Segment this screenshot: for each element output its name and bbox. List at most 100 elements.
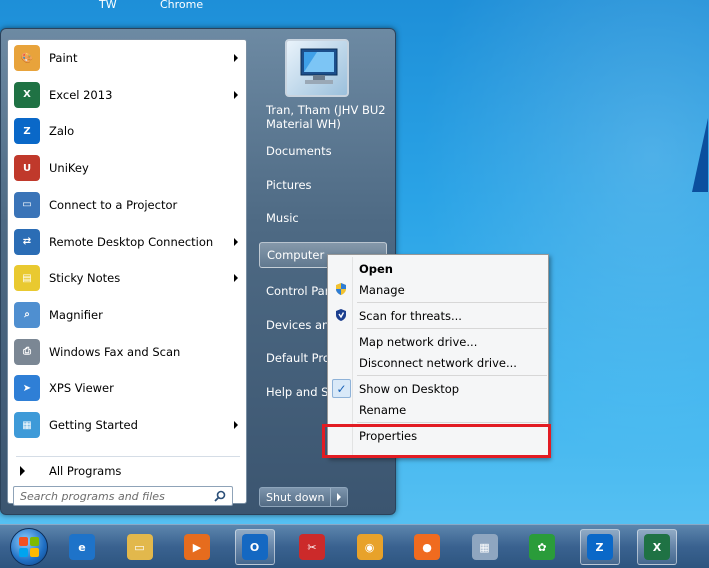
context-menu-separator <box>357 375 547 376</box>
context-item-scan-for-threats[interactable]: Scan for threats... <box>330 305 546 326</box>
program-item-xps-viewer[interactable]: ➤ XPS Viewer <box>10 372 244 404</box>
program-label: Excel 2013 <box>49 87 113 102</box>
program-label: Getting Started <box>49 418 138 432</box>
windows-logo-fragment <box>692 118 708 192</box>
excel-icon: X <box>14 81 40 108</box>
submenu-arrow-icon[interactable] <box>234 274 238 283</box>
taskbar: e ▭ ▶ O ✂ ◉ ● ▦ ✿ Z X <box>0 524 709 568</box>
unikey-icon: U <box>14 155 40 182</box>
program-label: Sticky Notes <box>49 271 121 286</box>
program-item-zalo[interactable]: Z Zalo <box>10 115 244 147</box>
projector-icon: ▭ <box>14 191 40 218</box>
shutdown-arrow-icon <box>337 493 342 501</box>
all-programs-arrow-icon <box>20 466 25 476</box>
remote-desktop-icon: ⇄ <box>14 228 40 255</box>
context-item-label: Disconnect network drive... <box>359 355 517 370</box>
program-item-unikey[interactable]: U UniKey <box>10 152 244 184</box>
submenu-arrow-icon[interactable] <box>234 421 238 429</box>
magnifier-icon: ⌕ <box>14 301 40 328</box>
windows-flag-icon <box>19 537 39 557</box>
place-item-music[interactable]: Music <box>259 205 387 231</box>
context-item-label: Manage <box>359 282 405 297</box>
all-programs-label: All Programs <box>49 464 122 478</box>
taskbar-excel-taskbar-button[interactable]: X <box>637 529 677 565</box>
outlook-icon: O <box>241 534 268 560</box>
context-item-manage[interactable]: Manage <box>330 279 546 300</box>
submenu-arrow-icon[interactable] <box>234 237 238 246</box>
search-icon[interactable] <box>214 490 226 502</box>
chrome-icon: ◉ <box>356 534 383 560</box>
place-item-pictures[interactable]: Pictures <box>259 172 387 198</box>
fax-scan-icon: ⎙ <box>14 338 40 365</box>
taskbar-ie-button[interactable]: e <box>62 529 102 565</box>
desktop-top-labels: TW Chrome <box>0 0 709 14</box>
context-item-rename[interactable]: Rename <box>330 399 546 420</box>
taskbar-snipping-tool-button[interactable]: ✂ <box>292 529 332 565</box>
user-picture[interactable] <box>285 39 349 97</box>
context-menu-separator <box>357 422 547 423</box>
excel-taskbar-icon: X <box>644 534 670 560</box>
context-item-open[interactable]: Open <box>330 258 546 279</box>
program-label: Windows Fax and Scan <box>49 344 181 359</box>
getting-started-icon: ▦ <box>14 412 40 438</box>
calculator-icon: ▦ <box>471 534 498 560</box>
xps-viewer-icon: ➤ <box>14 375 40 402</box>
taskbar-chrome-button[interactable]: ◉ <box>350 529 390 565</box>
sticky-notes-icon: ▤ <box>14 265 40 292</box>
context-item-label: Map network drive... <box>359 334 478 349</box>
program-item-paint[interactable]: 🎨 Paint <box>10 42 244 74</box>
all-programs-separator <box>16 456 240 457</box>
place-item-tran-tham-jhv-bu2-material-wh[interactable]: Tran, Tham (JHV BU2 Material WH) <box>259 99 387 135</box>
shutdown-button[interactable]: Shut down <box>260 488 332 506</box>
taskbar-file-explorer-button[interactable]: ▭ <box>120 529 160 565</box>
program-label: Paint <box>49 51 78 65</box>
defender-shield-icon <box>336 309 346 321</box>
snipping-tool-icon: ✂ <box>299 534 325 560</box>
zalo-taskbar-icon: Z <box>586 534 613 560</box>
start-button[interactable] <box>10 528 48 566</box>
program-label: Zalo <box>49 124 75 139</box>
program-label: XPS Viewer <box>49 381 114 396</box>
program-label: Connect to a Projector <box>49 197 178 212</box>
program-item-connect-to-a-projector[interactable]: ▭ Connect to a Projector <box>10 189 244 221</box>
context-item-label: Open <box>359 261 393 276</box>
firefox-icon: ● <box>414 534 440 560</box>
taskbar-zalo-taskbar-button[interactable]: Z <box>579 529 620 565</box>
program-item-getting-started[interactable]: ▦ Getting Started <box>10 409 244 441</box>
taskbar-outlook-button[interactable]: O <box>234 529 275 565</box>
shutdown-control: Shut down <box>259 487 349 507</box>
program-item-magnifier[interactable]: ⌕ Magnifier <box>10 299 244 331</box>
taskbar-media-player-button[interactable]: ▶ <box>177 529 217 565</box>
taskbar-calculator-button[interactable]: ▦ <box>465 529 505 565</box>
paint-icon: 🎨 <box>14 45 40 71</box>
program-item-excel-2013[interactable]: X Excel 2013 <box>10 79 244 111</box>
program-item-remote-desktop-connection[interactable]: ⇄ Remote Desktop Connection <box>10 226 244 258</box>
program-label: UniKey <box>49 161 89 176</box>
program-item-sticky-notes[interactable]: ▤ Sticky Notes <box>10 262 244 294</box>
desktop-label-chrome: Chrome <box>160 0 204 11</box>
search-box[interactable] <box>13 486 233 506</box>
place-item-documents[interactable]: Documents <box>259 138 387 164</box>
context-item-show-on-desktop[interactable]: ✓ Show on Desktop <box>330 378 546 399</box>
program-label: Magnifier <box>49 307 103 322</box>
context-item-map-network-drive[interactable]: Map network drive... <box>330 331 546 352</box>
all-programs-button[interactable]: All Programs <box>16 460 121 482</box>
properties-highlight-box <box>322 424 551 458</box>
program-item-windows-fax-and-scan[interactable]: ⎙ Windows Fax and Scan <box>10 336 244 368</box>
submenu-arrow-icon[interactable] <box>234 90 238 99</box>
file-explorer-icon: ▭ <box>126 534 153 560</box>
uac-shield-icon <box>336 283 346 295</box>
taskbar-firefox-button[interactable]: ● <box>407 529 447 565</box>
context-menu-separator <box>357 302 547 303</box>
submenu-arrow-icon[interactable] <box>234 54 238 62</box>
desktop-label-tw: TW <box>99 0 117 11</box>
context-item-label: Show on Desktop <box>359 381 460 396</box>
search-input[interactable] <box>20 489 200 503</box>
context-item-label: Rename <box>359 402 407 417</box>
zalo-icon: Z <box>14 118 40 145</box>
shutdown-options-button[interactable] <box>331 488 347 506</box>
context-item-disconnect-network-drive[interactable]: Disconnect network drive... <box>330 352 546 373</box>
ie-icon: e <box>69 534 95 560</box>
taskbar-colorful-app-button[interactable]: ✿ <box>522 529 562 565</box>
context-item-label: Scan for threats... <box>359 308 462 323</box>
